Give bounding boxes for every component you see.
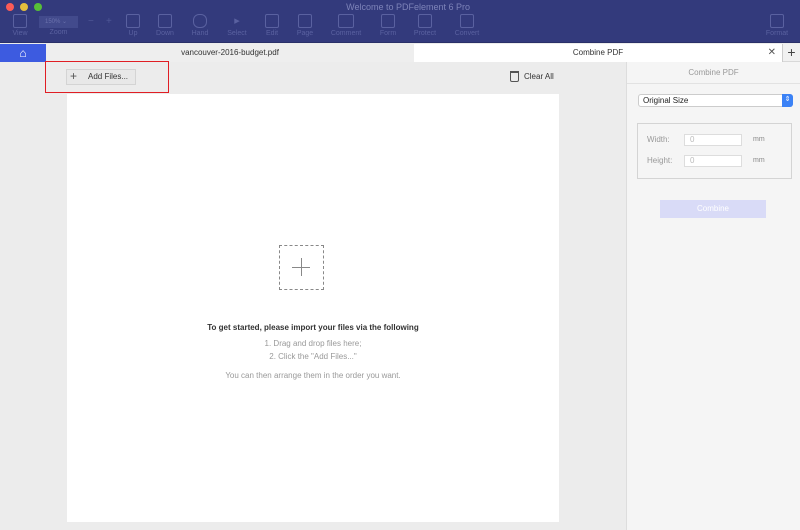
step-1: 1. Drag and drop files here; xyxy=(264,339,362,348)
format-button[interactable]: Format xyxy=(757,14,797,37)
width-input[interactable]: 0 xyxy=(684,134,742,146)
form-label: Form xyxy=(379,30,397,37)
size-group: Width: 0 mm Height: 0 mm xyxy=(637,123,792,179)
down-label: Down xyxy=(156,30,174,37)
comment-label: Comment xyxy=(330,30,362,37)
toolbar: Welcome to PDFelement 6 Pro View 150% ⌄ … xyxy=(0,0,800,43)
home-icon: ⌂ xyxy=(19,46,27,60)
zoom-select[interactable]: 150% ⌄ xyxy=(39,16,78,28)
down-button[interactable]: Down xyxy=(145,14,185,37)
empty-note: You can then arrange them in the order y… xyxy=(225,371,401,380)
tab-vancouver-budget[interactable]: vancouver-2016-budget.pdf xyxy=(46,44,414,62)
updown-chevron-icon: ⇕ xyxy=(782,94,793,107)
page-button[interactable]: Page xyxy=(285,14,325,37)
clear-all-label: Clear All xyxy=(524,72,554,81)
edit-icon xyxy=(265,14,279,28)
zoom-text: Zoom xyxy=(49,29,68,36)
combine-panel: Combine PDF Original Size ⇕ Width: 0 mm H… xyxy=(626,62,800,530)
form-button[interactable]: Form xyxy=(368,14,408,37)
step-2: 2. Click the "Add Files..." xyxy=(269,352,357,361)
hand-label: Hand xyxy=(191,30,209,37)
form-icon xyxy=(381,14,395,28)
lock-icon xyxy=(418,14,432,28)
width-unit: mm xyxy=(753,136,765,143)
page-icon xyxy=(298,14,312,28)
comment-button[interactable]: Comment xyxy=(326,14,366,37)
trash-icon xyxy=(510,71,519,82)
panel-title: Combine PDF xyxy=(627,62,800,84)
convert-icon xyxy=(460,14,474,28)
zoom-label: Zoom xyxy=(39,29,78,36)
page-down-icon xyxy=(158,14,172,28)
new-tab-button[interactable]: + xyxy=(782,44,800,62)
edit-label: Edit xyxy=(265,30,279,37)
size-select[interactable]: Original Size ⇕ xyxy=(638,94,793,107)
tab-label: Combine PDF xyxy=(572,48,624,57)
view-button[interactable]: View xyxy=(0,14,40,37)
height-input[interactable]: 0 xyxy=(684,155,742,167)
convert-label: Convert xyxy=(454,30,480,37)
page-up-icon xyxy=(126,14,140,28)
up-label: Up xyxy=(128,30,138,37)
view-label: View xyxy=(12,30,28,37)
protect-label: Protect xyxy=(413,30,437,37)
info-icon xyxy=(770,14,784,28)
width-label: Width: xyxy=(647,135,670,144)
convert-button[interactable]: Convert xyxy=(447,14,487,37)
page-label: Page xyxy=(296,30,314,37)
tab-bar: ⌂ vancouver-2016-budget.pdf Combine PDF ✕… xyxy=(0,44,800,62)
zoom-out-button[interactable]: − xyxy=(88,16,94,27)
close-tab-icon[interactable]: ✕ xyxy=(768,44,776,62)
comment-icon xyxy=(338,14,354,28)
highlight-box xyxy=(45,61,169,93)
format-label: Format xyxy=(765,30,789,37)
tab-label: vancouver-2016-budget.pdf xyxy=(181,48,279,57)
hand-icon xyxy=(193,14,207,28)
hand-button[interactable]: Hand xyxy=(180,14,220,37)
zoom-in-button[interactable]: + xyxy=(106,16,112,27)
height-unit: mm xyxy=(753,157,765,164)
cursor-icon: ▸ xyxy=(234,15,240,27)
select-button[interactable]: ▸ Select xyxy=(217,14,257,37)
empty-heading: To get started, please import your files… xyxy=(207,323,419,332)
height-label: Height: xyxy=(647,156,673,165)
combine-button[interactable]: Combine xyxy=(660,200,766,218)
clear-all-button[interactable]: Clear All xyxy=(510,71,554,82)
zoom-value: 150% xyxy=(45,19,61,25)
window-title: Welcome to PDFelement 6 Pro xyxy=(346,2,470,12)
protect-button[interactable]: Protect xyxy=(405,14,445,37)
home-button[interactable]: ⌂ xyxy=(0,44,46,62)
add-file-dropzone-icon[interactable] xyxy=(279,245,324,290)
file-drop-area[interactable] xyxy=(67,94,559,522)
tab-combine-pdf[interactable]: Combine PDF ✕ xyxy=(414,44,782,62)
select-label: Select xyxy=(227,30,247,37)
view-icon xyxy=(13,14,27,28)
size-value: Original Size xyxy=(643,96,689,105)
